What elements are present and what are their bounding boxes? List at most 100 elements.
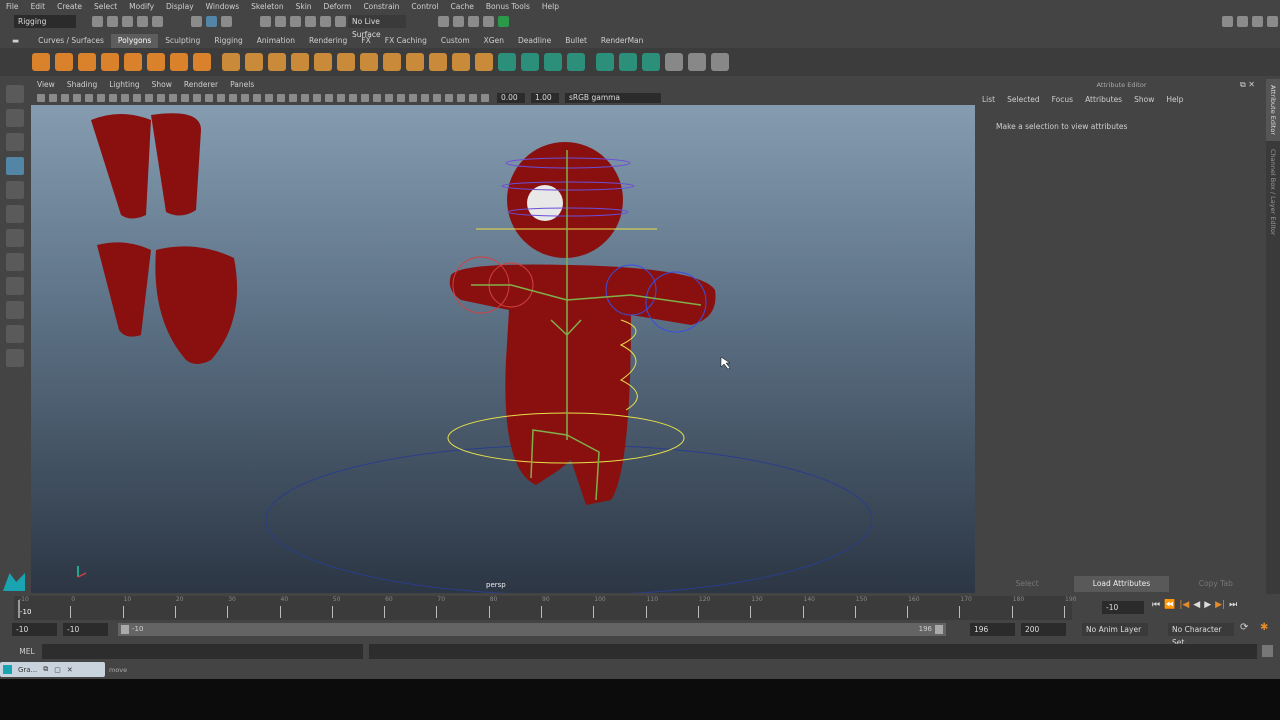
menu-cache[interactable]: Cache xyxy=(445,0,480,13)
save-scene-icon[interactable] xyxy=(122,16,133,27)
menu-file[interactable]: File xyxy=(0,0,25,13)
panel-menu-shading[interactable]: Shading xyxy=(61,79,103,91)
layout-single-icon[interactable] xyxy=(6,229,24,247)
playback-start-field[interactable]: -10 xyxy=(63,623,108,636)
menuset-dropdown[interactable]: Rigging xyxy=(14,15,76,28)
load-attributes-button[interactable]: Load Attributes xyxy=(1074,576,1169,592)
layout-four-icon[interactable] xyxy=(6,253,24,271)
ae-menu-focus[interactable]: Focus xyxy=(1052,95,1073,104)
shelf-tool-icon[interactable] xyxy=(101,53,119,71)
shelf-tool-icon[interactable] xyxy=(360,53,378,71)
minimized-window[interactable]: Gra... ⧉ ▢ ✕ xyxy=(0,662,105,677)
snap-view-icon[interactable] xyxy=(305,16,316,27)
shelf-tool-icon[interactable] xyxy=(268,53,286,71)
select-button[interactable]: Select xyxy=(980,576,1074,592)
panel-tool-icon[interactable] xyxy=(253,94,261,102)
tab-channel-box[interactable]: Channel Box / Layer Editor xyxy=(1266,141,1280,244)
scale-tool-icon[interactable] xyxy=(6,205,24,223)
panel-menu-panels[interactable]: Panels xyxy=(224,79,260,91)
new-scene-icon[interactable] xyxy=(92,16,103,27)
panel-tool-icon[interactable] xyxy=(145,94,153,102)
select-object-icon[interactable] xyxy=(206,16,217,27)
menu-select[interactable]: Select xyxy=(88,0,123,13)
undo-icon[interactable] xyxy=(137,16,148,27)
play-forward-icon[interactable]: ▶ xyxy=(1204,600,1211,610)
shelf-tool-icon[interactable] xyxy=(596,53,614,71)
shelf-tool-icon[interactable] xyxy=(124,53,142,71)
ae-menu-selected[interactable]: Selected xyxy=(1007,95,1040,104)
panel-tool-icon[interactable] xyxy=(433,94,441,102)
shelf-tab-xgen[interactable]: XGen xyxy=(477,34,511,48)
layout-side-icon[interactable] xyxy=(6,277,24,295)
copy-tab-button[interactable]: Copy Tab xyxy=(1169,576,1263,592)
snap-surface-icon[interactable] xyxy=(320,16,331,27)
shelf-tool-icon[interactable] xyxy=(452,53,470,71)
panel-menu-view[interactable]: View xyxy=(31,79,61,91)
go-to-start-icon[interactable]: ⏮ xyxy=(1152,600,1160,610)
shelf-tool-icon[interactable] xyxy=(521,53,539,71)
go-to-end-icon[interactable]: ⏭ xyxy=(1229,600,1237,610)
ae-menu-attributes[interactable]: Attributes xyxy=(1085,95,1122,104)
attribute-toggle-icon[interactable] xyxy=(1252,16,1263,27)
shelf-tab-rendering[interactable]: Rendering xyxy=(302,34,354,48)
panel-menu-show[interactable]: Show xyxy=(146,79,178,91)
panel-tool-icon[interactable] xyxy=(49,94,57,102)
channel-box-toggle-icon[interactable] xyxy=(1237,16,1248,27)
auto-key-icon[interactable]: ⟳ xyxy=(1240,622,1248,633)
panel-tool-icon[interactable] xyxy=(301,94,309,102)
shelf-tool-icon[interactable] xyxy=(147,53,165,71)
menu-constrain[interactable]: Constrain xyxy=(357,0,405,13)
panel-tool-icon[interactable] xyxy=(229,94,237,102)
shelf-tab-renderman[interactable]: RenderMan xyxy=(594,34,651,48)
shelf-tab-fx-caching[interactable]: FX Caching xyxy=(378,34,434,48)
shelf-tool-icon[interactable] xyxy=(55,53,73,71)
shelf-tab-fx[interactable]: FX xyxy=(354,34,377,48)
shelf-menu-icon[interactable]: ▬ xyxy=(0,34,31,48)
shelf-tab-polygons[interactable]: Polygons xyxy=(110,34,159,48)
panel-tool-icon[interactable] xyxy=(85,94,93,102)
panel-tool-icon[interactable] xyxy=(469,94,477,102)
shelf-tab-rigging[interactable]: Rigging xyxy=(207,34,249,48)
select-component-icon[interactable] xyxy=(221,16,232,27)
panel-tool-icon[interactable] xyxy=(397,94,405,102)
shelf-tab-deadline[interactable]: Deadline xyxy=(511,34,558,48)
menu-windows[interactable]: Windows xyxy=(200,0,245,13)
shelf-tool-icon[interactable] xyxy=(32,53,50,71)
panel-tool-icon[interactable] xyxy=(361,94,369,102)
play-backward-icon[interactable]: ◀ xyxy=(1193,600,1200,610)
range-end-handle[interactable] xyxy=(935,625,943,634)
menu-bonus-tools[interactable]: Bonus Tools xyxy=(480,0,536,13)
restore-icon[interactable]: ⧉ xyxy=(43,665,48,674)
viewport-persp[interactable]: View Shading Lighting Show Renderer Panels 0.… xyxy=(31,79,975,593)
panel-tool-icon[interactable] xyxy=(61,94,69,102)
panel-tool-icon[interactable] xyxy=(73,94,81,102)
shelf-tool-icon[interactable] xyxy=(711,53,729,71)
shelf-tool-icon[interactable] xyxy=(170,53,188,71)
end-time-field[interactable]: 200 xyxy=(1021,623,1066,636)
close-icon[interactable]: ✕ xyxy=(67,666,73,674)
shelf-tab-bullet[interactable]: Bullet xyxy=(558,34,594,48)
shelf-tab-sculpting[interactable]: Sculpting xyxy=(158,34,207,48)
tool-settings-toggle-icon[interactable] xyxy=(1267,16,1278,27)
menu-modify[interactable]: Modify xyxy=(123,0,160,13)
shelf-tab-curves-surfaces[interactable]: Curves / Surfaces xyxy=(31,34,111,48)
panel-tool-icon[interactable] xyxy=(133,94,141,102)
panel-tool-icon[interactable] xyxy=(373,94,381,102)
panel-tool-icon[interactable] xyxy=(385,94,393,102)
shelf-tool-icon[interactable] xyxy=(193,53,211,71)
shelf-tab-custom[interactable]: Custom xyxy=(434,34,477,48)
ground-control-circle[interactable] xyxy=(265,444,873,593)
float-close-icons[interactable]: ⧉ ✕ xyxy=(1240,80,1255,90)
panel-tool-icon[interactable] xyxy=(241,94,249,102)
panel-tool-icon[interactable] xyxy=(457,94,465,102)
menu-edit[interactable]: Edit xyxy=(25,0,52,13)
panel-tool-icon[interactable] xyxy=(289,94,297,102)
ae-menu-list[interactable]: List xyxy=(982,95,995,104)
character-mesh[interactable] xyxy=(449,142,716,505)
shelf-tool-icon[interactable] xyxy=(406,53,424,71)
range-start-handle[interactable] xyxy=(121,625,129,634)
shelf-tool-icon[interactable] xyxy=(314,53,332,71)
current-frame-field[interactable]: -10 xyxy=(1102,601,1144,614)
start-time-field[interactable]: -10 xyxy=(12,623,57,636)
panel-tool-icon[interactable] xyxy=(97,94,105,102)
